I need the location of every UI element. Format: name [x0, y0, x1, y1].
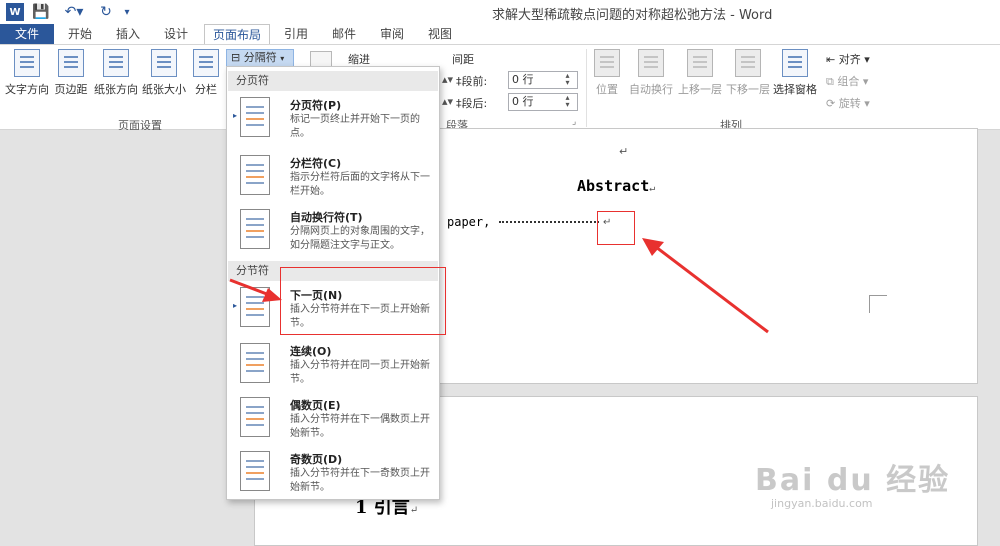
- title-bar: W 💾 ↶▾ ↻ ▾ 求解大型稀疏鞍点问题的对称超松弛方法 - Word: [0, 0, 1000, 24]
- document-area: ↵ Abstract↵ paper, ↵ 1 引言↵ Bai du 经验 jin…: [0, 128, 1000, 546]
- position-icon: [594, 49, 620, 77]
- orientation-icon: [103, 49, 129, 77]
- chevron-down-icon: ▾: [280, 54, 285, 63]
- annotation-arrow-icon: [229, 278, 282, 302]
- body-text-line[interactable]: paper,: [447, 215, 490, 229]
- position-button[interactable]: 位置: [592, 49, 622, 97]
- save-icon[interactable]: 💾: [32, 3, 50, 21]
- tab-insert[interactable]: 插入: [110, 24, 146, 44]
- align-icon: ⇤: [826, 53, 839, 66]
- spacing-label: 间距: [452, 53, 474, 66]
- bring-forward-icon: [687, 49, 713, 77]
- margin-corner-mark: [869, 295, 887, 313]
- text-direction-icon: [14, 49, 40, 77]
- indent-left-spinner-arrows[interactable]: ▴▾: [442, 73, 453, 86]
- ribbon: 文字方向 页边距 纸张方向 纸张大小 分栏 ⊟ 分隔符 ▾ 页面设置 缩进 间距…: [0, 44, 1000, 132]
- send-backward-icon: [735, 49, 761, 77]
- odd-page-icon: [240, 451, 270, 491]
- group-separator: [586, 49, 587, 127]
- menu-item-column-break[interactable]: 分栏符(C) 指示分栏符后面的文字将从下一栏开始。: [228, 151, 438, 209]
- tab-mailings[interactable]: 邮件: [326, 24, 362, 44]
- menu-item-odd-page[interactable]: 奇数页(D) 插入分节符并在下一奇数页上开始新节。: [228, 447, 438, 505]
- align-button[interactable]: ⇤ 对齐 ▾: [826, 51, 870, 67]
- indent-label: 缩进: [348, 53, 370, 66]
- ribbon-tabs: 文件 开始 插入 设计 页面布局 引用 邮件 审阅 视图: [0, 24, 1000, 45]
- bring-forward-button[interactable]: 上移一层: [676, 49, 724, 97]
- chevron-down-icon: ▾: [859, 75, 869, 88]
- rotate-button[interactable]: ⟳ 旋转 ▾: [826, 95, 870, 111]
- selection-pane-button[interactable]: 选择窗格: [772, 49, 818, 97]
- word-logo-icon: W: [6, 3, 24, 21]
- selection-pane-icon: [782, 49, 808, 77]
- columns-button[interactable]: 分栏: [192, 49, 220, 97]
- group-button[interactable]: ⧉ 组合 ▾: [826, 73, 868, 89]
- paragraph-mark: ↵: [619, 145, 629, 158]
- orientation-button[interactable]: 纸张方向: [92, 49, 140, 97]
- pointer-arrow-icon: ▸: [233, 111, 238, 120]
- even-page-icon: [240, 397, 270, 437]
- redo-icon[interactable]: ↻: [96, 3, 116, 21]
- space-before-label: ‡段前:: [456, 75, 488, 88]
- menu-item-text-wrapping-break[interactable]: 自动换行符(T) 分隔网页上的对象周围的文字，如分隔题注文字与正文。: [228, 205, 438, 263]
- tab-page-layout[interactable]: 页面布局: [204, 24, 270, 45]
- tab-references[interactable]: 引用: [278, 24, 314, 44]
- menu-item-page-break[interactable]: ▸ 分页符(P) 标记一页终止并开始下一页的点。: [228, 93, 438, 151]
- text-wrapping-break-icon: [240, 209, 270, 249]
- page-breaks-header: 分页符: [228, 71, 438, 91]
- tab-design[interactable]: 设计: [158, 24, 194, 44]
- tab-review[interactable]: 审阅: [374, 24, 410, 44]
- baidu-watermark-url: jingyan.baidu.com: [771, 497, 873, 510]
- page-break-icon: [240, 97, 270, 137]
- paragraph-dialog-launcher-icon[interactable]: ⌟: [572, 117, 576, 127]
- breaks-icon: ⊟: [231, 51, 241, 64]
- breaks-button[interactable]: ⊟ 分隔符 ▾: [226, 49, 294, 67]
- space-after-input[interactable]: 0 行: [508, 93, 578, 111]
- column-break-icon: [240, 155, 270, 195]
- dotted-leader: [499, 217, 599, 223]
- wrap-text-icon: [638, 49, 664, 77]
- margins-icon: [58, 49, 84, 77]
- chevron-down-icon: ▾: [860, 53, 870, 66]
- rotate-icon: ⟳: [826, 97, 839, 110]
- indent-right-spinner-arrows[interactable]: ▴▾: [442, 95, 453, 108]
- columns-icon: [193, 49, 219, 77]
- customize-quick-access-icon[interactable]: ▾: [120, 3, 134, 21]
- menu-item-continuous[interactable]: 连续(O) 插入分节符并在同一页上开始新节。: [228, 339, 438, 397]
- abstract-heading[interactable]: Abstract↵: [577, 177, 655, 195]
- annotation-arrow-icon: [642, 238, 769, 334]
- space-before-input[interactable]: 0 行: [508, 71, 578, 89]
- size-button[interactable]: 纸张大小: [140, 49, 188, 97]
- text-direction-button[interactable]: 文字方向: [4, 49, 50, 97]
- baidu-watermark-logo: Bai du 经验: [755, 463, 951, 498]
- group-icon: ⧉: [826, 75, 838, 88]
- send-backward-button[interactable]: 下移一层: [724, 49, 772, 97]
- menu-item-even-page[interactable]: 偶数页(E) 插入分节符并在下一偶数页上开始新节。: [228, 393, 438, 451]
- window-title: 求解大型稀疏鞍点问题的对称超松弛方法 - Word: [492, 8, 773, 23]
- paper-size-icon: [151, 49, 177, 77]
- undo-icon[interactable]: ↶▾: [60, 3, 88, 21]
- space-after-label: ‡段后:: [456, 97, 488, 110]
- tab-file[interactable]: 文件: [0, 24, 54, 44]
- tab-home[interactable]: 开始: [62, 24, 98, 44]
- margins-button[interactable]: 页边距: [52, 49, 90, 97]
- spelling-squiggle: [525, 229, 601, 233]
- continuous-icon: [240, 343, 270, 383]
- wrap-text-button[interactable]: 自动换行: [626, 49, 676, 97]
- tab-view[interactable]: 视图: [422, 24, 458, 44]
- chevron-down-icon: ▾: [860, 97, 870, 110]
- annotation-box-next-page: [280, 267, 446, 335]
